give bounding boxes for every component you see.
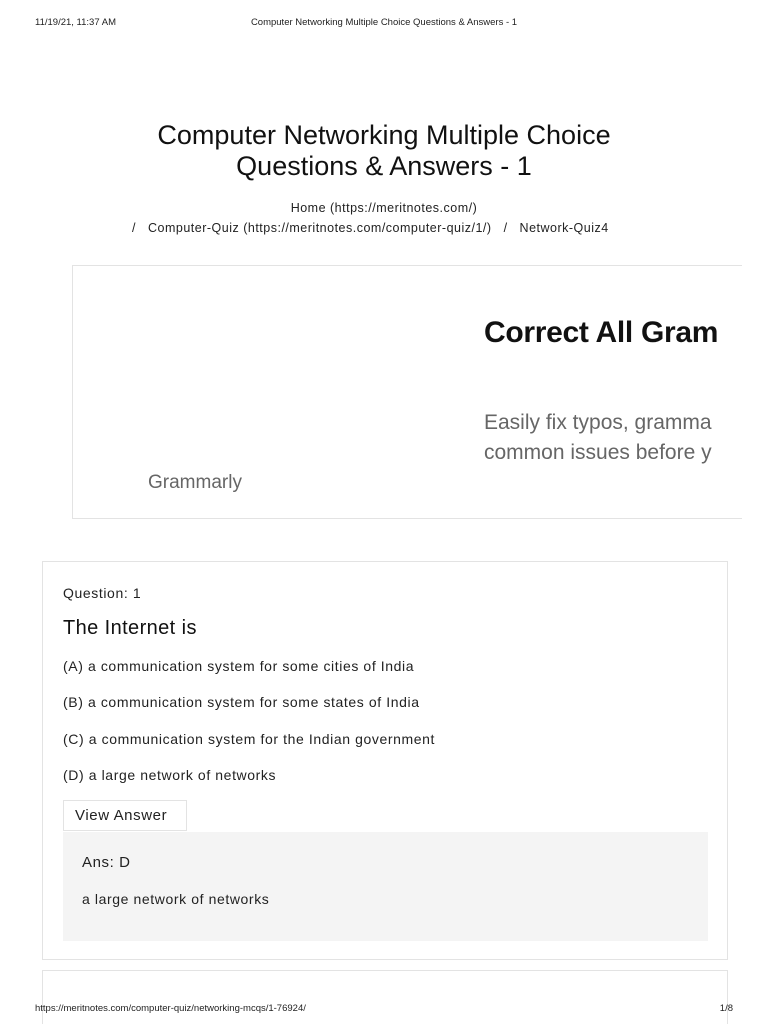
option-d: (D) a large network of networks [63,767,277,783]
breadcrumb-computer-quiz-link[interactable]: Computer-Quiz (https://meritnotes.com/co… [148,221,492,235]
answer-panel: Ans: D a large network of networks [63,832,708,941]
ad-brand[interactable]: Grammarly [148,472,242,494]
question-text: The Internet is [63,617,197,639]
breadcrumb-home-link[interactable]: Home (https://meritnotes.com/) [291,201,478,215]
view-answer-button[interactable]: View Answer [63,800,187,831]
breadcrumb-separator: / [132,221,136,235]
answer-text: a large network of networks [82,891,270,907]
ad-headline[interactable]: Correct All Gram [484,316,718,350]
breadcrumb: Home (https://meritnotes.com/) [0,201,768,215]
ad-body-line1: Easily fix typos, gramma [484,411,712,434]
breadcrumb-current: Network-Quiz4 [519,221,609,235]
print-title: Computer Networking Multiple Choice Ques… [250,17,518,28]
answer-label: Ans: D [82,854,131,871]
question-number: Question: 1 [63,585,142,601]
breadcrumb-separator: / [503,221,508,235]
page-title-line2: Questions & Answers - 1 [236,151,532,181]
page: 11/19/21, 11:37 AM Computer Networking M… [0,0,768,1024]
option-a: (A) a communication system for some citi… [63,658,415,674]
page-title-line1: Computer Networking Multiple Choice [157,120,611,150]
ad-body: Easily fix typos, gramma common issues b… [484,408,712,468]
option-b: (B) a communication system for some stat… [63,694,420,710]
option-c: (C) a communication system for the India… [63,731,436,747]
print-page-number: 1/8 [719,1003,733,1014]
advertisement[interactable]: Correct All Gram Easily fix typos, gramm… [72,265,742,519]
ad-body-line2: common issues before y [484,441,712,464]
question-card: Question: 1 The Internet is (A) a commun… [42,561,728,960]
page-title: Computer Networking Multiple Choice Ques… [84,120,684,182]
next-question-card [42,970,728,1024]
breadcrumb-trail: / Computer-Quiz (https://meritnotes.com/c… [132,221,609,235]
print-url: https://meritnotes.com/computer-quiz/net… [35,1003,306,1014]
